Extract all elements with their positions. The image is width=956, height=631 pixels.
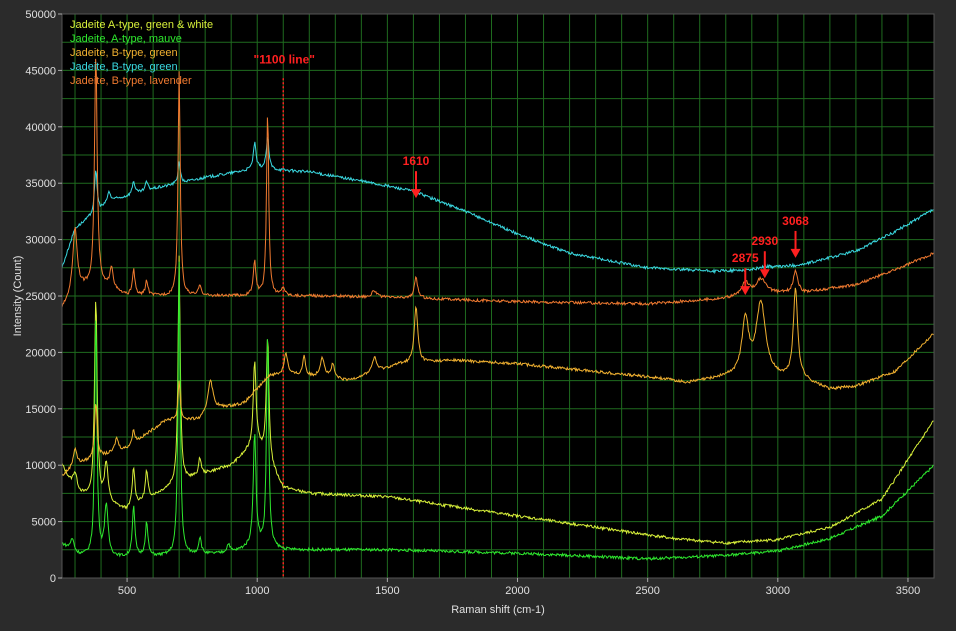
chart-svg: "1100 line" 1610 2875 2930 3068 Jadeite A-t… — [0, 0, 956, 626]
y-tick-label: 40000 — [25, 122, 56, 134]
y-axis-label: Intensity (Count) — [12, 256, 24, 337]
x-tick-label: 1500 — [375, 585, 399, 597]
y-tick-label: 10000 — [25, 460, 56, 472]
x-tick-label: 1000 — [245, 585, 269, 597]
x-axis-label: Raman shift (cm-1) — [451, 604, 545, 616]
legend-entry-2: Jadeite, A-type, mauve — [70, 33, 182, 45]
legend-entry-1: Jadeite A-type, green & white — [70, 19, 213, 31]
y-tick-label: 30000 — [25, 235, 56, 247]
x-tick-label: 3000 — [766, 585, 790, 597]
x-tick-label: 500 — [118, 585, 136, 597]
y-tick-label: 5000 — [32, 517, 56, 529]
annotation-label-2930: 2930 — [751, 234, 778, 248]
legend-entry-5: Jadeite, B-type, lavender — [70, 75, 192, 87]
y-tick-label: 50000 — [25, 9, 56, 21]
annotation-label-3068: 3068 — [782, 214, 809, 228]
legend-entry-3: Jadeite, B-type, green — [70, 47, 178, 59]
y-tick-label: 35000 — [25, 178, 56, 190]
y-tick-label: 45000 — [25, 65, 56, 77]
x-tick-label: 2500 — [635, 585, 659, 597]
x-tick-label: 3500 — [896, 585, 920, 597]
grid — [62, 14, 935, 578]
y-tick-label: 25000 — [25, 291, 56, 303]
x-tick-label: 2000 — [505, 585, 529, 597]
marker-line-label: "1100 line" — [254, 53, 315, 67]
legend-entry-4: Jadeite, B-type, green — [70, 61, 178, 73]
y-tick-label: 20000 — [25, 347, 56, 359]
raman-spectrum-chart: "1100 line" 1610 2875 2930 3068 Jadeite A-t… — [0, 0, 956, 626]
annotation-label-2875: 2875 — [732, 251, 759, 265]
y-tick-label: 0 — [50, 573, 56, 585]
y-tick-label: 15000 — [25, 404, 56, 416]
annotation-label-1610: 1610 — [403, 154, 430, 168]
